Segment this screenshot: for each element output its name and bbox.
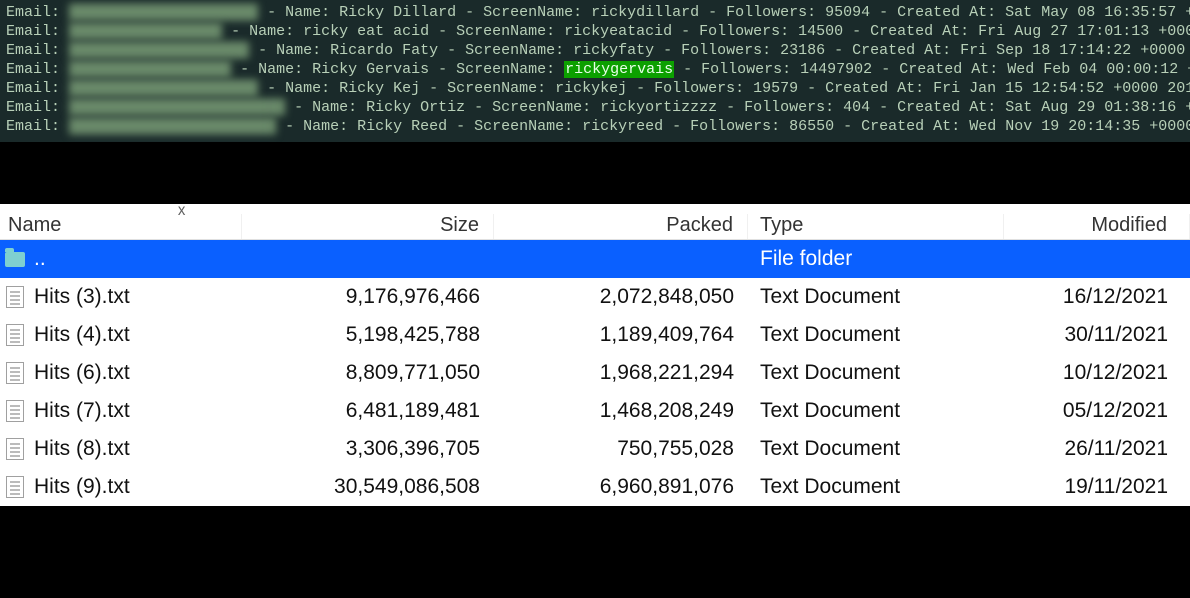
document-icon [6, 324, 24, 346]
terminal-line: Email: ███████████████████████ - Name: R… [6, 117, 1184, 136]
file-modified: 26/11/2021 [1004, 437, 1190, 461]
file-packed: 1,968,221,294 [494, 361, 748, 385]
parent-folder-row[interactable]: .. File folder [0, 240, 1190, 278]
file-packed: 2,072,848,050 [494, 285, 748, 309]
terminal-line: Email: █████████████████████ - Name: Ric… [6, 3, 1184, 22]
terminal-line: Email: ██████████████████ - Name: Ricky … [6, 60, 1184, 79]
file-packed: 750,755,028 [494, 437, 748, 461]
close-icon[interactable]: ˣ [178, 208, 185, 218]
file-modified: 16/12/2021 [1004, 285, 1190, 309]
file-type: Text Document [748, 285, 1004, 309]
terminal-line: Email: ████████████████████████ - Name: … [6, 98, 1184, 117]
file-size: 5,198,425,788 [242, 323, 494, 347]
document-icon [6, 286, 24, 308]
gap [0, 142, 1190, 204]
terminal-line: Email: █████████████████████ - Name: Ric… [6, 79, 1184, 98]
document-icon [6, 400, 24, 422]
file-name: Hits (7).txt [30, 399, 242, 423]
file-row[interactable]: Hits (6).txt8,809,771,0501,968,221,294Te… [0, 354, 1190, 392]
file-row[interactable]: Hits (9).txt30,549,086,5086,960,891,076T… [0, 468, 1190, 506]
file-name: Hits (8).txt [30, 437, 242, 461]
redacted-email: █████████████████████ [69, 3, 258, 22]
file-packed: 1,189,409,764 [494, 323, 748, 347]
terminal-output: Email: █████████████████████ - Name: Ric… [0, 0, 1190, 142]
header-name[interactable]: ˣ Name [0, 214, 242, 239]
file-row[interactable]: Hits (3).txt9,176,976,4662,072,848,050Te… [0, 278, 1190, 316]
file-name: Hits (9).txt [30, 475, 242, 499]
label-email: Email: [6, 80, 60, 97]
file-packed: 6,960,891,076 [494, 475, 748, 499]
highlighted-screenname: rickygervais [564, 61, 674, 78]
file-type: Text Document [748, 399, 1004, 423]
file-row[interactable]: Hits (7).txt6,481,189,4811,468,208,249Te… [0, 392, 1190, 430]
header-modified[interactable]: Modified [1004, 214, 1190, 239]
file-name: Hits (4).txt [30, 323, 242, 347]
document-icon [6, 438, 24, 460]
terminal-line: Email: ████████████████████ - Name: Rica… [6, 41, 1184, 60]
file-type: Text Document [748, 475, 1004, 499]
file-list-header: ˣ Name Size Packed Type Modified [0, 204, 1190, 240]
file-type: Text Document [748, 361, 1004, 385]
file-type: Text Document [748, 323, 1004, 347]
redacted-email: ████████████████████ [69, 41, 249, 60]
redacted-email: ████████████████████████ [69, 98, 285, 117]
file-type: Text Document [748, 437, 1004, 461]
redacted-email: █████████████████████ [69, 79, 258, 98]
folder-icon [5, 252, 25, 267]
redacted-email: █████████████████ [69, 22, 222, 41]
archive-file-list: ˣ Name Size Packed Type Modified .. File… [0, 204, 1190, 506]
file-size: 9,176,976,466 [242, 285, 494, 309]
file-name: Hits (3).txt [30, 285, 242, 309]
document-icon [6, 362, 24, 384]
file-modified: 19/11/2021 [1004, 475, 1190, 499]
label-email: Email: [6, 118, 60, 135]
label-email: Email: [6, 4, 60, 21]
file-size: 30,549,086,508 [242, 475, 494, 499]
header-size[interactable]: Size [242, 214, 494, 239]
label-email: Email: [6, 99, 60, 116]
label-email: Email: [6, 42, 60, 59]
label-email: Email: [6, 61, 60, 78]
terminal-line: Email: █████████████████ - Name: ricky e… [6, 22, 1184, 41]
file-modified: 30/11/2021 [1004, 323, 1190, 347]
file-packed: 1,468,208,249 [494, 399, 748, 423]
file-name: Hits (6).txt [30, 361, 242, 385]
document-icon [6, 476, 24, 498]
label-email: Email: [6, 23, 60, 40]
file-row[interactable]: Hits (4).txt5,198,425,7881,189,409,764Te… [0, 316, 1190, 354]
file-size: 6,481,189,481 [242, 399, 494, 423]
file-modified: 10/12/2021 [1004, 361, 1190, 385]
file-size: 3,306,396,705 [242, 437, 494, 461]
file-size: 8,809,771,050 [242, 361, 494, 385]
parent-folder-name: .. [30, 247, 242, 271]
header-packed[interactable]: Packed [494, 214, 748, 239]
parent-folder-type: File folder [748, 247, 1004, 271]
header-type[interactable]: Type [748, 214, 1004, 239]
file-modified: 05/12/2021 [1004, 399, 1190, 423]
file-row[interactable]: Hits (8).txt3,306,396,705750,755,028Text… [0, 430, 1190, 468]
redacted-email: ███████████████████████ [69, 117, 276, 136]
redacted-email: ██████████████████ [69, 60, 231, 79]
